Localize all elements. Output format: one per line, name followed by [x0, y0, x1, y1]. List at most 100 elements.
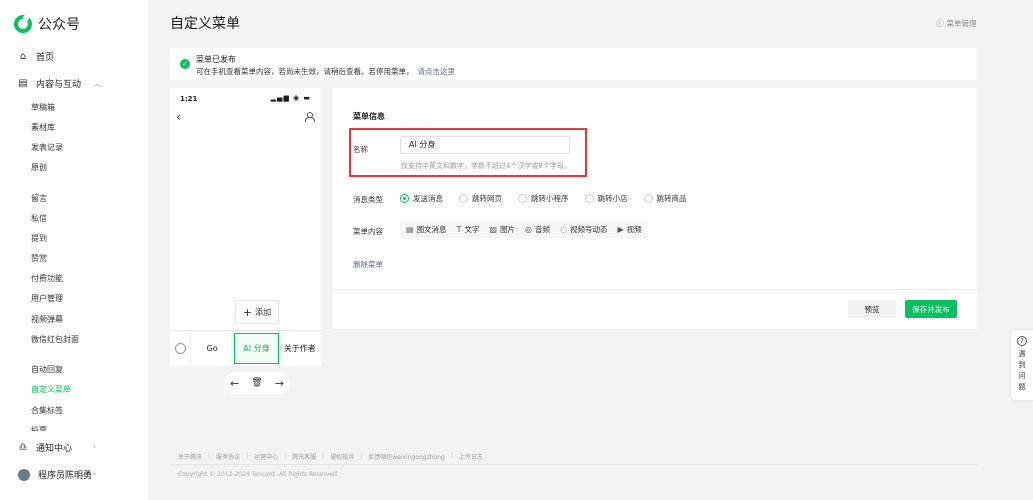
footer-divider	[170, 464, 977, 465]
chevron-right-icon[interactable]: ›	[93, 469, 96, 478]
check-circle-icon: ✓	[180, 59, 190, 69]
msg-type-group: 发送消息 跳转网页 跳转小程序 跳转小店 跳转商品	[400, 193, 687, 204]
name-hint: 仅支持中英文和数字，字数不超过4个汉字或8个字母。	[401, 162, 571, 170]
notice-link[interactable]: 请点击这里	[418, 67, 456, 76]
menu-item-go[interactable]: Go	[191, 331, 235, 366]
name-label: 名称	[353, 145, 368, 154]
chevron-up-icon[interactable]: ︿	[93, 78, 101, 89]
chevron-right-icon[interactable]: ›	[93, 442, 96, 451]
sidebar-item-rewards[interactable]: 赞赏	[31, 253, 47, 264]
sidebar-item-red-packet[interactable]: 微信红包封面	[31, 334, 79, 345]
footer-link[interactable]: 反馈微信weixingongzhong	[368, 452, 445, 461]
radio-dot-icon	[584, 194, 594, 203]
nav-content-interaction[interactable]: ▤ 内容与互动	[18, 77, 81, 90]
page-title: 自定义菜单	[170, 16, 240, 32]
footer-link[interactable]: 侵权投诉	[330, 452, 354, 461]
name-input[interactable]: AI 分身	[400, 136, 570, 154]
avatar	[18, 468, 30, 481]
section-title: 菜单信息	[353, 112, 385, 121]
video-icon: ▶	[617, 225, 624, 234]
separator: |	[450, 452, 453, 459]
content-type-tabs: ▤ 图文消息 T 文字 ▨ 图片 ◎ 音频 ◌ 视频号动态 ▶ 视频	[400, 221, 648, 238]
delete-menu-link[interactable]: 删除菜单	[353, 259, 383, 270]
sidebar-item-comments[interactable]: 留言	[31, 193, 47, 204]
footer-link[interactable]: 腾讯客服	[292, 452, 316, 461]
help-widget[interactable]: ? 遇到问题	[1011, 330, 1033, 400]
sidebar-item-auto-reply[interactable]: 自动回复	[31, 364, 63, 375]
image-icon: ▨	[489, 225, 498, 234]
radio-jump-product[interactable]: 跳转商品	[643, 193, 687, 204]
radio-dot-icon	[400, 194, 409, 203]
info-icon: ⓘ	[936, 19, 944, 28]
footer-link[interactable]: 运营中心	[254, 452, 278, 461]
nav-home[interactable]: ⌂ 首页	[18, 50, 54, 63]
nav-notifications-label: 通知中心	[36, 444, 73, 454]
arrow-left-icon[interactable]: ←	[230, 377, 239, 390]
sidebar-item-publish-records[interactable]: 发表记录	[31, 142, 63, 153]
radio-label: 跳转小店	[597, 194, 628, 203]
text-icon: T	[456, 225, 462, 234]
footer-link[interactable]: 关于腾讯	[178, 452, 202, 461]
sidebar-item-collections[interactable]: 合集标签	[31, 405, 63, 416]
menu-manage-link[interactable]: ⓘ 菜单管理	[936, 18, 977, 29]
sidebar-item-custom-menu[interactable]: 自定义菜单	[31, 384, 71, 395]
channels-icon: ◌	[560, 225, 567, 234]
footer-link[interactable]: 上传日志	[459, 452, 483, 461]
divider	[333, 289, 977, 290]
content-type-label: 文字	[464, 225, 480, 234]
save-publish-button[interactable]: 保存并发布	[905, 300, 957, 318]
content-label: 菜单内容	[353, 227, 383, 236]
content-type-label: 图文消息	[416, 225, 447, 234]
content-type-video[interactable]: ▶ 视频	[617, 224, 641, 235]
sidebar-item-paid[interactable]: 付费功能	[31, 273, 63, 284]
content-type-label: 视频	[626, 225, 642, 234]
separator: |	[322, 452, 325, 459]
radio-jump-shop[interactable]: 跳转小店	[584, 193, 628, 204]
nav-notifications[interactable]: ♎ 通知中心	[18, 441, 73, 454]
phone-status-icons: ▂▄▆ ◉ ▬	[270, 94, 311, 102]
trash-icon[interactable]: 🗑	[251, 378, 262, 388]
menu-editor: 菜单信息 名称 AI 分身 仅支持中英文和数字，字数不超过4个汉字或8个字母。 …	[333, 88, 977, 329]
radio-send-message[interactable]: 发送消息	[400, 193, 443, 204]
sidebar-item-original[interactable]: 原创	[31, 162, 47, 173]
radio-label: 跳转网页	[472, 194, 502, 203]
plus-icon: +	[242, 305, 253, 319]
help-text: 遇到问题	[1018, 350, 1026, 391]
radio-jump-web[interactable]: 跳转网页	[459, 193, 502, 204]
add-submenu-label: 添加	[255, 307, 272, 317]
separator: |	[360, 452, 363, 459]
content-type-channels[interactable]: ◌ 视频号动态	[560, 224, 607, 235]
content-type-text[interactable]: T 文字	[457, 224, 480, 235]
footer-link[interactable]: 服务协议	[216, 452, 240, 461]
sidebar-item-danmaku[interactable]: 视频弹幕	[31, 314, 63, 325]
radio-dot-icon	[459, 194, 468, 203]
content-type-article[interactable]: ▤ 图文消息	[406, 224, 447, 235]
content-type-label: 视频号动态	[569, 225, 608, 234]
copyright: Copyright © 2012-2024 Tencent. All Right…	[178, 471, 339, 478]
menu-item-ai[interactable]: AI 分身	[234, 333, 279, 364]
notice-desc-text: 可在手机查看菜单内容，若尚未生效，请稍后查看。若停用菜单，	[196, 67, 414, 76]
keyboard-icon	[170, 331, 191, 366]
preview-button[interactable]: 预览	[848, 300, 896, 318]
radio-jump-miniprogram[interactable]: 跳转小程序	[518, 193, 569, 204]
arrow-right-icon[interactable]: →	[275, 377, 284, 390]
sidebar-item-materials[interactable]: 素材库	[31, 122, 55, 133]
sidebar-item-mentions[interactable]: 提到	[31, 233, 47, 244]
menu-item-about[interactable]: 关于作者	[279, 331, 321, 366]
content-type-label: 音频	[535, 225, 550, 234]
account-name: 程序员陈明勇	[38, 471, 93, 481]
radio-dot-icon	[518, 194, 527, 203]
content-type-audio[interactable]: ◎ 音频	[525, 224, 550, 235]
radio-label: 发送消息	[413, 194, 443, 203]
logo[interactable]: 公众号	[14, 14, 80, 34]
sidebar-item-messages[interactable]: 私信	[31, 213, 47, 224]
radio-label: 跳转小程序	[531, 194, 569, 203]
content-type-image[interactable]: ▨ 图片	[489, 224, 515, 235]
sidebar-item-users[interactable]: 用户管理	[31, 293, 63, 304]
nav-account[interactable]: 程序员陈明勇	[18, 468, 92, 481]
sidebar-item-drafts[interactable]: 草稿箱	[31, 102, 55, 113]
footer-links: 关于腾讯 | 服务协议 | 运营中心 | 腾讯客服 | 侵权投诉 | 反馈微信weixin…	[178, 452, 483, 461]
add-submenu-button[interactable]: + 添加	[235, 300, 279, 324]
separator: |	[246, 452, 249, 459]
sidebar-item-vote[interactable]: 投票	[31, 425, 47, 431]
